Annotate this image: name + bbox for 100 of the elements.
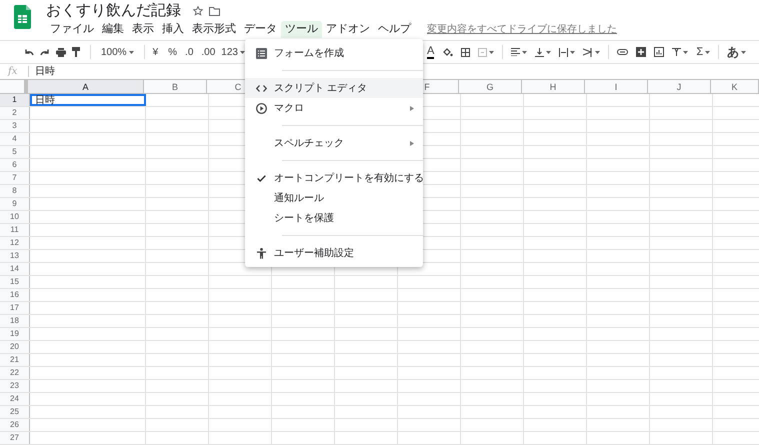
column-header[interactable]: K	[711, 80, 759, 93]
link-icon[interactable]	[617, 49, 628, 55]
row-header[interactable]: 1	[0, 94, 30, 106]
menu-option[interactable]: ユーザー補助設定	[245, 243, 423, 263]
row-header[interactable]: 12	[0, 237, 30, 249]
formula-label: fx	[8, 65, 18, 79]
input-tools-button[interactable]: あ	[727, 43, 740, 61]
menu-option[interactable]: フォームを作成	[245, 43, 423, 63]
menu-option[interactable]: マクロ	[245, 98, 423, 118]
star-icon[interactable]	[193, 6, 203, 16]
row-header[interactable]: 27	[0, 432, 30, 444]
column-header[interactable]: J	[648, 80, 711, 93]
column-header[interactable]: H	[522, 80, 585, 93]
menu-item[interactable]: 表示形式	[188, 21, 240, 38]
chart-icon[interactable]	[654, 47, 664, 57]
comment-icon[interactable]	[636, 47, 646, 57]
form-icon	[256, 48, 266, 58]
row-header[interactable]: 8	[0, 185, 30, 197]
wrap-text-icon[interactable]	[559, 48, 568, 56]
menu-option[interactable]: スペルチェック	[245, 133, 423, 153]
more-formats-button[interactable]: 123	[221, 44, 238, 60]
menu-option[interactable]: シートを保護	[245, 208, 423, 228]
spreadsheet-logo-icon[interactable]	[14, 5, 31, 29]
zoom-select[interactable]: 100%	[101, 44, 127, 60]
merge-cells-icon[interactable]	[478, 48, 488, 56]
menu-item[interactable]: アドオン	[322, 21, 374, 38]
increase-decimal-button[interactable]: .00	[201, 44, 216, 60]
row-header[interactable]: 10	[0, 211, 30, 223]
menu-item[interactable]: 挿入	[158, 21, 188, 38]
row-header[interactable]: 15	[0, 276, 30, 288]
row-header[interactable]: 3	[0, 120, 30, 132]
text-color-button[interactable]: A	[426, 46, 434, 58]
caret-icon[interactable]	[240, 50, 245, 54]
save-status-link[interactable]: 変更内容をすべてドライブに保存しました	[427, 22, 617, 37]
row-header[interactable]: 26	[0, 419, 30, 431]
row-header[interactable]: 13	[0, 250, 30, 262]
menu-item[interactable]: データ	[240, 21, 281, 38]
row-header[interactable]: 14	[0, 263, 30, 275]
folder-icon[interactable]	[209, 6, 220, 16]
menu-option-label: ユーザー補助設定	[274, 246, 355, 260]
print-icon[interactable]	[56, 48, 66, 56]
row-header[interactable]: 5	[0, 146, 30, 158]
row-header[interactable]: 19	[0, 328, 30, 340]
row-header[interactable]: 11	[0, 224, 30, 236]
row-header[interactable]: 4	[0, 133, 30, 145]
percent-button[interactable]: %	[168, 44, 178, 60]
row-header[interactable]: 9	[0, 198, 30, 210]
menu-option[interactable]: 通知ルール	[245, 188, 423, 208]
menu-item[interactable]: ヘルプ	[374, 21, 415, 38]
row-header[interactable]: 21	[0, 354, 30, 366]
row-header[interactable]: 22	[0, 367, 30, 379]
document-title[interactable]: おくすり飲んだ記録	[46, 0, 181, 22]
fill-color-icon[interactable]	[443, 48, 454, 56]
row-header[interactable]: 23	[0, 380, 30, 392]
caret-icon[interactable]	[489, 50, 494, 54]
column-header[interactable]: G	[459, 80, 522, 93]
caret-icon[interactable]	[570, 50, 576, 54]
column-header[interactable]: A	[28, 80, 144, 93]
row-header[interactable]: 6	[0, 159, 30, 171]
paint-format-icon[interactable]	[72, 47, 80, 57]
row-header[interactable]: 25	[0, 406, 30, 418]
row-header[interactable]: 18	[0, 315, 30, 327]
row-header[interactable]: 20	[0, 341, 30, 353]
undo-icon[interactable]	[24, 48, 34, 56]
column-header[interactable]: B	[144, 80, 207, 93]
menu-item[interactable]: ツール	[281, 21, 322, 38]
filter-icon[interactable]	[672, 48, 682, 56]
menu-option[interactable]: スクリプト エディタ	[245, 78, 423, 98]
row-header[interactable]: 17	[0, 302, 30, 314]
align-left-icon[interactable]	[511, 48, 520, 56]
menu-option-label: マクロ	[274, 102, 305, 116]
menu-item[interactable]: ファイル	[46, 21, 98, 38]
borders-icon[interactable]	[461, 48, 470, 56]
caret-icon[interactable]	[705, 50, 710, 54]
row-header[interactable]: 7	[0, 172, 30, 184]
caret-icon[interactable]	[128, 50, 134, 54]
selected-cell[interactable]: 日時	[30, 94, 146, 106]
row-header[interactable]: 2	[0, 107, 30, 119]
column-header[interactable]: I	[585, 80, 648, 93]
caret-icon[interactable]	[546, 50, 552, 54]
caret-icon[interactable]	[522, 50, 528, 54]
menu-option-label: フォームを作成	[274, 46, 345, 60]
functions-button[interactable]: Σ	[696, 44, 704, 60]
formula-input[interactable]: 日時	[35, 64, 55, 79]
menu-option[interactable]: オートコンプリートを有効にする	[245, 168, 423, 188]
decrease-decimal-button[interactable]: .0	[185, 44, 194, 60]
menu-item[interactable]: 編集	[98, 21, 128, 38]
align-bottom-icon[interactable]	[535, 48, 544, 56]
caret-icon[interactable]	[595, 50, 600, 54]
row-header[interactable]: 24	[0, 393, 30, 405]
menu-item[interactable]: 表示	[128, 21, 158, 38]
text-rotation-icon[interactable]	[583, 48, 594, 56]
currency-button[interactable]: ¥	[152, 44, 158, 60]
caret-icon[interactable]	[683, 50, 688, 54]
redo-icon[interactable]	[40, 48, 50, 56]
check-icon	[256, 174, 266, 182]
menu-option-label: スクリプト エディタ	[274, 82, 368, 96]
caret-icon[interactable]	[741, 50, 746, 54]
row-header[interactable]: 16	[0, 289, 30, 301]
person-icon	[256, 248, 266, 258]
